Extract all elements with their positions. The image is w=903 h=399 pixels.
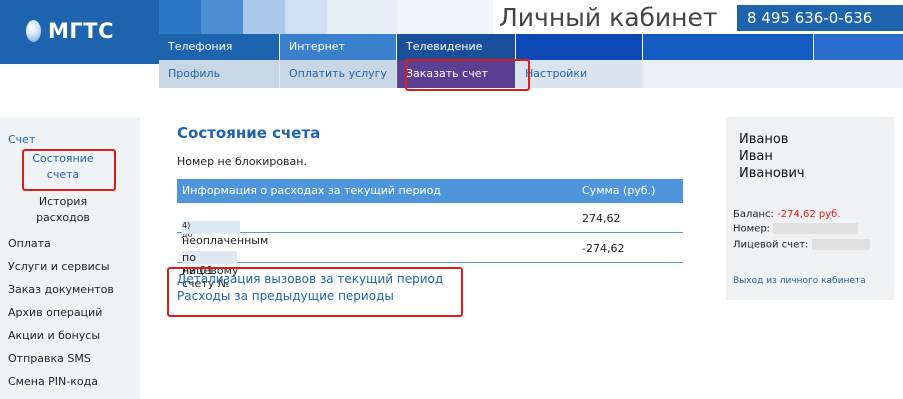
sidebar-item-change-pin[interactable]: Смена PIN-кода — [8, 375, 98, 388]
user-surname: Иванов — [739, 132, 789, 147]
sidebar-item-documents[interactable]: Заказ документов — [8, 283, 114, 296]
header-decor-block — [159, 0, 201, 34]
tab-pay-service[interactable]: Оплатить услугу — [280, 60, 396, 88]
user-name: Иванов Иван Иванович — [739, 131, 805, 182]
header-decor-block — [201, 0, 243, 34]
pay-by-note-end: 4) — [182, 221, 191, 230]
sidebar-item-account[interactable]: Счет — [8, 133, 35, 146]
highlight-report-links — [167, 267, 463, 317]
table-header: Информация о расходах за текущий период … — [177, 179, 683, 203]
header-decor-block — [397, 0, 493, 34]
support-phone: 8 495 636-0-636 — [737, 5, 903, 31]
redacted-phone-number — [773, 223, 859, 234]
mgts-logo[interactable]: МГТС — [0, 0, 159, 64]
sidebar-item-expense-history[interactable]: История расходов — [28, 194, 98, 226]
tab-internet[interactable]: Интернет — [280, 34, 396, 60]
row-value: 274,62 — [582, 212, 621, 225]
primary-nav-empty — [643, 34, 813, 60]
secondary-nav-empty — [643, 60, 903, 88]
tab-telephony[interactable]: Телефония — [159, 34, 279, 60]
account-label: Лицевой счет: — [733, 239, 809, 251]
tab-television[interactable]: Телевидение — [397, 34, 515, 60]
phone-number-label: Номер: — [733, 223, 771, 235]
secondary-nav: Профиль Оплатить услугу Заказать счет На… — [159, 60, 903, 88]
page-header-title: Личный кабинет — [499, 3, 718, 32]
user-firstname: Иван — [739, 149, 773, 164]
balance-label: Баланс: — [733, 209, 774, 220]
column-header-sum: Сумма (руб.) — [582, 184, 656, 197]
column-header-info: Информация о расходах за текущий период — [182, 184, 441, 197]
sidebar-item-payment[interactable]: Оплата — [8, 237, 51, 250]
balance-row: Баланс: -274,62 руб. — [733, 209, 841, 220]
primary-nav-empty — [516, 34, 642, 60]
sidebar-item-operations-archive[interactable]: Архив операций — [8, 306, 102, 319]
row-value: -274,62 — [582, 242, 625, 255]
redacted-account-number — [811, 239, 870, 250]
primary-nav-empty — [814, 34, 903, 60]
header-decor-block — [327, 0, 397, 34]
expenses-table: Информация о расходах за текущий период … — [177, 179, 683, 290]
account-row: Лицевой счет: — [733, 239, 870, 251]
phone-number-row: Номер: — [733, 223, 859, 235]
header-decor-block — [285, 0, 327, 34]
egg-logo-icon — [26, 20, 41, 42]
table-row: Сумма по неоплаченным счетам: (оплатить … — [177, 203, 683, 260]
sidebar-item-send-sms[interactable]: Отправка SMS — [8, 352, 91, 365]
highlight-order-bill — [405, 59, 530, 91]
tab-settings[interactable]: Настройки — [516, 60, 642, 88]
balance-value: -274,62 руб. — [777, 209, 841, 220]
highlight-account-status — [22, 149, 116, 191]
sidebar-item-promotions[interactable]: Акции и бонусы — [8, 329, 100, 342]
sidebar-item-services[interactable]: Услуги и сервисы — [8, 260, 110, 273]
primary-nav: Телефония Интернет Телевидение — [159, 34, 903, 60]
logo-text: МГТС — [48, 19, 115, 43]
user-patronymic: Иванович — [739, 166, 805, 181]
table-row: Остаток на 01 по лицевому счету № -274,6… — [177, 233, 683, 290]
page-title: Состояние счета — [177, 124, 321, 142]
logout-link[interactable]: Выход из личного кабинета — [733, 276, 866, 286]
user-panel: Иванов Иван Иванович Баланс: -274,62 руб… — [726, 117, 894, 300]
tab-profile[interactable]: Профиль — [159, 60, 279, 88]
block-status: Номер не блокирован. — [177, 155, 307, 168]
header-decor-block — [243, 0, 285, 34]
